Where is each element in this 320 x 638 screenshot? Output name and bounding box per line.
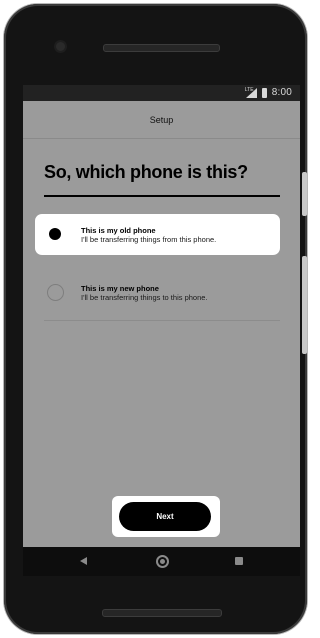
radio-unselected-icon[interactable]	[47, 284, 64, 301]
option-new-phone-text: This is my new phone I'll be transferrin…	[81, 284, 208, 302]
top-speaker-grille	[103, 44, 220, 52]
network-type-label: LTE	[244, 86, 254, 93]
option-divider	[44, 320, 280, 321]
battery-icon	[261, 87, 267, 98]
page-title: So, which phone is this?	[44, 162, 248, 182]
option-title: This is my new phone	[81, 284, 159, 293]
home-icon[interactable]	[156, 555, 169, 568]
phone-device-frame: LTE 8:00 Setup So, which phone is this? …	[4, 4, 307, 634]
status-icons: LTE 8:00	[244, 86, 292, 99]
radio-selected-icon[interactable]	[47, 226, 64, 243]
system-nav-bar	[23, 547, 300, 576]
header-title: Setup	[149, 115, 174, 125]
front-camera	[56, 42, 65, 51]
status-bar: LTE 8:00	[23, 85, 300, 101]
signal-icon: LTE	[244, 86, 257, 98]
option-new-phone[interactable]: This is my new phone I'll be transferrin…	[35, 272, 280, 313]
recents-icon[interactable]	[235, 557, 243, 565]
title-underline	[44, 195, 280, 197]
option-title: This is my old phone	[81, 226, 156, 235]
device-screen: LTE 8:00 Setup So, which phone is this? …	[23, 85, 300, 576]
bottom-speaker-grille	[102, 609, 222, 617]
next-button[interactable]: Next	[119, 502, 211, 531]
option-old-phone[interactable]: This is my old phone I'll be transferrin…	[35, 214, 280, 255]
status-time: 8:00	[271, 87, 292, 98]
next-button-highlight: Next	[112, 496, 220, 537]
option-subtitle: I'll be transferring things to this phon…	[81, 293, 208, 302]
back-icon[interactable]	[80, 557, 87, 565]
power-button	[302, 172, 307, 216]
option-old-phone-text: This is my old phone I'll be transferrin…	[81, 226, 216, 244]
app-header: Setup	[23, 101, 300, 139]
option-subtitle: I'll be transferring things from this ph…	[81, 235, 217, 244]
volume-rocker	[302, 256, 307, 354]
